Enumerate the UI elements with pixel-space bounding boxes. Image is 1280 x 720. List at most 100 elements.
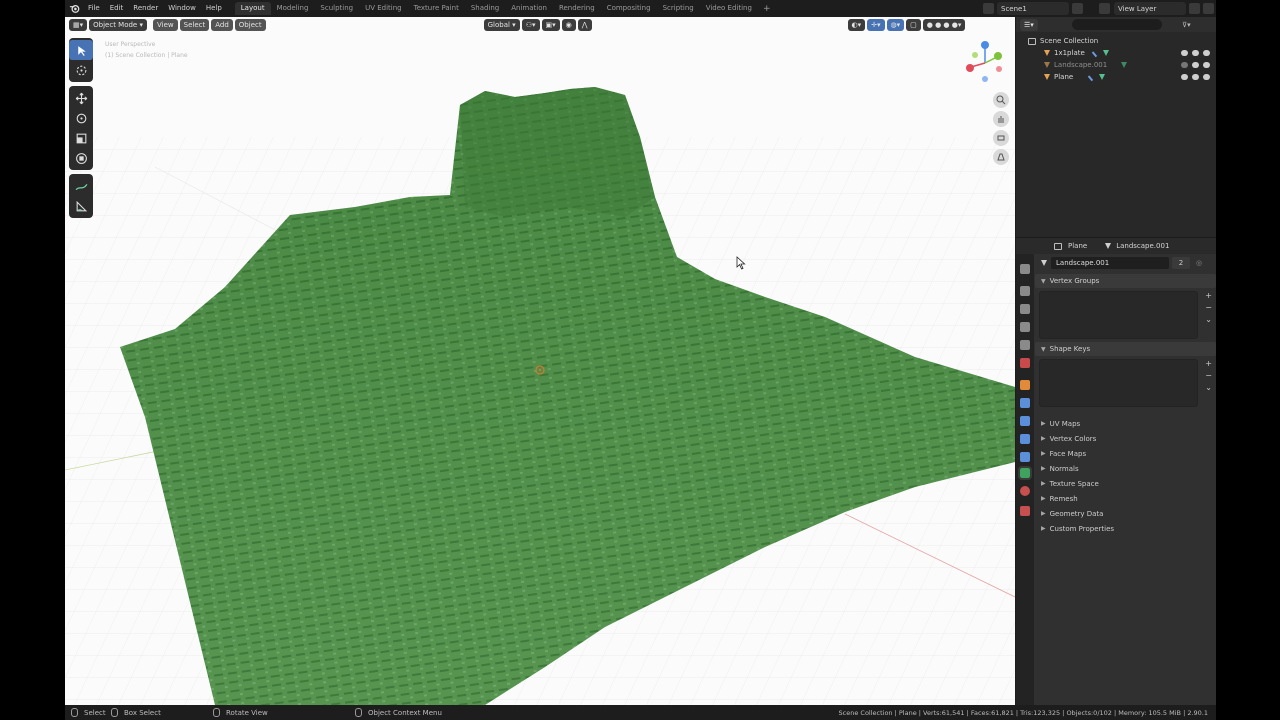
panel-custom-properties[interactable]: ▶ Custom Properties xyxy=(1035,521,1216,536)
shape-keys-panel-header[interactable]: ▼ Shape Keys xyxy=(1035,342,1216,356)
pan-hand-icon[interactable] xyxy=(993,111,1009,127)
select-box-tool-icon[interactable] xyxy=(69,40,93,60)
tab-shading[interactable]: Shading xyxy=(465,2,505,15)
menu-edit[interactable]: Edit xyxy=(105,0,129,17)
shape-keys-list[interactable] xyxy=(1039,359,1198,407)
view-layer-icon[interactable] xyxy=(1099,3,1110,14)
new-scene-icon[interactable] xyxy=(1072,3,1083,14)
tab-video-editing[interactable]: Video Editing xyxy=(700,2,758,15)
move-tool-icon[interactable] xyxy=(69,88,93,108)
shape-key-menu-button[interactable]: ⌄ xyxy=(1205,383,1212,392)
mesh-name-field[interactable]: Landscape.001 xyxy=(1051,257,1169,269)
proportional-edit-icon[interactable]: ◉ xyxy=(561,19,576,31)
material-tab-icon[interactable] xyxy=(1020,486,1030,496)
xray-toggle-icon[interactable]: ▢ xyxy=(906,19,921,31)
outliner-search-input[interactable] xyxy=(1072,19,1162,30)
outliner-item-plane[interactable]: Plane xyxy=(1016,71,1216,83)
menu-help[interactable]: Help xyxy=(201,0,227,17)
tab-layout[interactable]: Layout xyxy=(234,2,271,15)
tool-tab-icon[interactable] xyxy=(1020,264,1030,274)
scene-icon[interactable] xyxy=(983,3,994,14)
tab-animation[interactable]: Animation xyxy=(505,2,553,15)
cursor-tool-icon[interactable] xyxy=(69,60,93,80)
panel-uv-maps[interactable]: ▶ UV Maps xyxy=(1035,416,1216,431)
editor-type-button[interactable]: ▦▾ xyxy=(69,19,88,31)
tab-texture-paint[interactable]: Texture Paint xyxy=(408,2,465,15)
modifier-tab-icon[interactable] xyxy=(1020,398,1030,408)
3d-viewport[interactable]: ▦▾ Object Mode ▾ View Select Add Object … xyxy=(65,17,1015,705)
outliner-editor-type-button[interactable]: ☰▾ xyxy=(1020,18,1038,31)
measure-tool-icon[interactable] xyxy=(69,196,93,216)
texture-tab-icon[interactable] xyxy=(1020,506,1030,516)
pivot-icon[interactable]: ⚇▾ xyxy=(521,19,540,31)
mesh-data-icon[interactable] xyxy=(1041,260,1047,266)
menu-window[interactable]: Window xyxy=(163,0,201,17)
scale-tool-icon[interactable] xyxy=(69,128,93,148)
overlays-toggle-icon[interactable]: ◍▾ xyxy=(886,19,905,31)
add-shape-key-button[interactable]: + xyxy=(1205,359,1212,368)
navigation-gizmo-icon[interactable] xyxy=(963,39,1009,87)
panel-normals[interactable]: ▶ Normals xyxy=(1035,461,1216,476)
visibility-toggles[interactable] xyxy=(1181,50,1210,56)
mesh-data-tab-icon[interactable] xyxy=(1018,466,1032,480)
outliner-item-landscape[interactable]: Landscape.001 xyxy=(1016,59,1216,71)
constraints-tab-icon[interactable] xyxy=(1020,452,1030,462)
add-workspace-button[interactable]: + xyxy=(758,4,776,14)
render-tab-icon[interactable] xyxy=(1020,286,1030,296)
new-view-layer-icon[interactable] xyxy=(1189,3,1200,14)
tab-scripting[interactable]: Scripting xyxy=(657,2,700,15)
filter-icon[interactable]: ⊽▾ xyxy=(1182,21,1191,29)
tab-modeling[interactable]: Modeling xyxy=(271,2,315,15)
object-visibility-icon[interactable]: ◐▾ xyxy=(847,19,866,31)
tab-uv-editing[interactable]: UV Editing xyxy=(359,2,408,15)
mode-dropdown[interactable]: Object Mode ▾ xyxy=(89,19,147,31)
menu-object[interactable]: Object xyxy=(234,19,266,31)
menu-add[interactable]: Add xyxy=(211,19,233,31)
scene-selector[interactable]: Scene1 xyxy=(997,2,1069,15)
annotate-tool-icon[interactable] xyxy=(69,176,93,196)
gizmo-toggle-icon[interactable]: ✛▾ xyxy=(867,19,885,31)
outliner-item-1x1plate[interactable]: 1x1plate xyxy=(1016,47,1216,59)
transform-tool-icon[interactable] xyxy=(69,148,93,168)
remove-vertex-group-button[interactable]: − xyxy=(1205,303,1212,312)
vertex-groups-panel-header[interactable]: ▼ Vertex Groups xyxy=(1035,274,1216,288)
menu-file[interactable]: File xyxy=(83,0,105,17)
rotate-tool-icon[interactable] xyxy=(69,108,93,128)
world-tab-icon[interactable] xyxy=(1020,358,1030,368)
view-layer-tab-icon[interactable] xyxy=(1020,322,1030,332)
menu-render[interactable]: Render xyxy=(128,0,163,17)
shading-modes-icon[interactable]: ● ● ● ●▾ xyxy=(922,19,966,31)
menu-view[interactable]: View xyxy=(153,19,178,31)
output-tab-icon[interactable] xyxy=(1020,304,1030,314)
remove-view-layer-icon[interactable] xyxy=(1203,3,1214,14)
panel-face-maps[interactable]: ▶ Face Maps xyxy=(1035,446,1216,461)
perspective-toggle-icon[interactable] xyxy=(993,149,1009,165)
user-count-badge[interactable]: 2 xyxy=(1172,257,1190,269)
panel-vertex-colors[interactable]: ▶ Vertex Colors xyxy=(1035,431,1216,446)
fake-user-icon[interactable]: ◎ xyxy=(1196,259,1202,267)
tab-rendering[interactable]: Rendering xyxy=(553,2,601,15)
object-tab-icon[interactable] xyxy=(1020,380,1030,390)
panel-geometry-data[interactable]: ▶ Geometry Data xyxy=(1035,506,1216,521)
tab-sculpting[interactable]: Sculpting xyxy=(314,2,359,15)
panel-texture-space[interactable]: ▶ Texture Space xyxy=(1035,476,1216,491)
outliner-scene-collection[interactable]: Scene Collection xyxy=(1016,35,1216,47)
camera-view-icon[interactable] xyxy=(993,130,1009,146)
vertex-group-menu-button[interactable]: ⌄ xyxy=(1205,315,1212,324)
visibility-toggles[interactable] xyxy=(1181,74,1210,80)
add-vertex-group-button[interactable]: + xyxy=(1205,291,1212,300)
blender-logo-icon[interactable] xyxy=(65,0,83,17)
orientation-dropdown[interactable]: Global ▾ xyxy=(483,19,520,31)
particles-tab-icon[interactable] xyxy=(1020,416,1030,426)
view-layer-selector[interactable]: View Layer xyxy=(1114,2,1186,15)
falloff-icon[interactable]: ⋀ xyxy=(577,19,592,31)
tab-compositing[interactable]: Compositing xyxy=(601,2,657,15)
menu-select[interactable]: Select xyxy=(179,19,210,31)
panel-remesh[interactable]: ▶ Remesh xyxy=(1035,491,1216,506)
scene-tab-icon[interactable] xyxy=(1020,340,1030,350)
remove-shape-key-button[interactable]: − xyxy=(1205,371,1212,380)
vertex-groups-list[interactable] xyxy=(1039,291,1198,339)
snap-icon[interactable]: ▣▾ xyxy=(541,19,560,31)
visibility-toggles[interactable] xyxy=(1181,62,1210,68)
physics-tab-icon[interactable] xyxy=(1020,434,1030,444)
